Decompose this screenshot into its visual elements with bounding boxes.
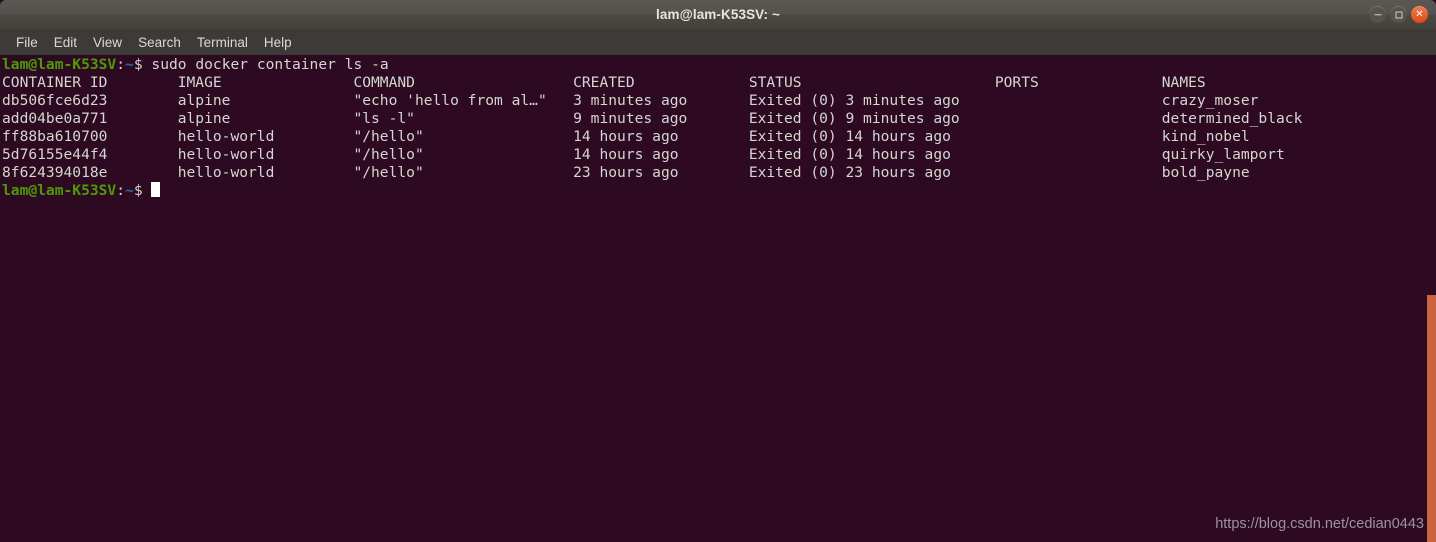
menu-item-file[interactable]: File [8,33,46,52]
menu-item-search[interactable]: Search [130,33,189,52]
prompt-user-host: lam@lam-K53SV [2,182,117,200]
scrollbar-track[interactable] [1427,55,1436,542]
table-row: add04be0a771 alpine "ls -l" 9 minutes ag… [2,110,1303,128]
terminal-output: lam@lam-K53SV:~$ sudo docker container l… [2,56,1302,200]
menu-item-view[interactable]: View [85,33,130,52]
prompt-path: ~ [125,182,134,200]
prompt-sigil: $ [133,182,143,200]
terminal-window: lam@lam-K53SV: ~ ✕ File Edit View Search… [0,0,1436,542]
watermark-url: https://blog.csdn.net/cedian0443 [1215,516,1424,532]
menu-bar: File Edit View Search Terminal Help [0,29,1436,55]
active-prompt-line: lam@lam-K53SV:~$ [2,182,1302,200]
close-button[interactable]: ✕ [1411,6,1428,23]
prompt-path: ~ [125,56,134,73]
prompt-colon: : [116,56,126,73]
terminal-screen[interactable]: lam@lam-K53SV:~$ sudo docker container l… [0,55,1436,542]
menu-item-terminal[interactable]: Terminal [189,33,256,52]
minimize-icon [1374,13,1381,16]
table-row: ff88ba610700 hello-world "/hello" 14 hou… [2,128,1250,146]
window-controls: ✕ [1369,0,1428,29]
command-line: lam@lam-K53SV:~$ sudo docker container l… [2,56,1302,74]
minimize-button[interactable] [1369,6,1386,23]
menu-item-help[interactable]: Help [256,33,300,52]
maximize-button[interactable] [1390,6,1407,23]
menu-item-edit[interactable]: Edit [46,33,85,52]
command-text: sudo docker container ls -a [142,56,389,73]
prompt-sigil: $ [133,56,143,73]
scrollbar-thumb[interactable] [1427,295,1436,542]
text-cursor [151,182,161,198]
table-row: 8f624394018e hello-world "/hello" 23 hou… [2,164,1250,182]
window-title: lam@lam-K53SV: ~ [656,7,780,22]
table-header-row: CONTAINER ID IMAGE COMMAND CREATED STATU… [2,74,1206,92]
maximize-icon [1395,11,1402,18]
close-icon: ✕ [1415,8,1424,20]
table-row: db506fce6d23 alpine "echo 'hello from al… [2,92,1259,110]
title-bar[interactable]: lam@lam-K53SV: ~ ✕ [0,0,1436,29]
prompt-colon: : [116,182,126,200]
prompt-user-host: lam@lam-K53SV [2,56,117,73]
table-row: 5d76155e44f4 hello-world "/hello" 14 hou… [2,146,1285,164]
